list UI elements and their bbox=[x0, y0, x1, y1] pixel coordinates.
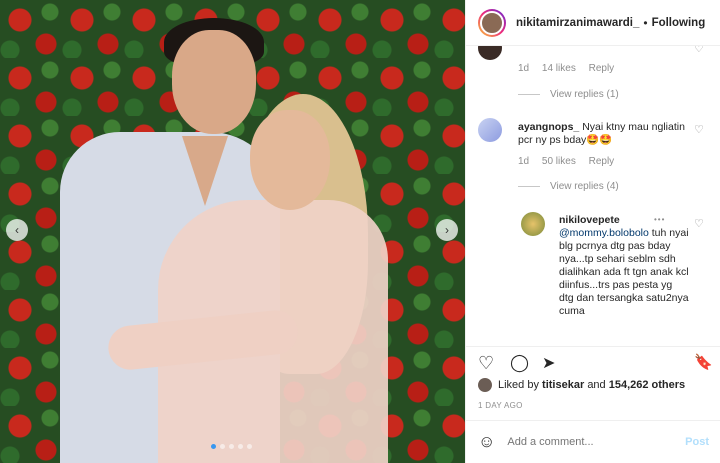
avatar[interactable] bbox=[478, 8, 506, 37]
heart-icon[interactable]: ♡ bbox=[694, 123, 704, 136]
comment-meta: 1d 50 likes Reply bbox=[518, 156, 624, 167]
carousel-indicator bbox=[211, 444, 252, 449]
following-button[interactable]: Following bbox=[652, 17, 706, 29]
view-replies-button[interactable]: View replies (4) bbox=[518, 181, 619, 192]
likes-user[interactable]: titisekar bbox=[542, 379, 584, 391]
carousel-dot bbox=[238, 444, 243, 449]
comment-body: ayangnops_ Nyai ktny mau ngliatin pcr ny… bbox=[518, 121, 688, 147]
carousel-prev-button[interactable]: ‹ bbox=[6, 219, 28, 241]
carousel-next-button[interactable]: › bbox=[436, 219, 458, 241]
carousel-dot bbox=[247, 444, 252, 449]
likes-joiner: and bbox=[587, 379, 606, 391]
photo-content bbox=[172, 30, 256, 134]
comments-list[interactable]: ♡ 1d 14 likes Reply View replies (1) aya… bbox=[466, 46, 720, 346]
carousel-dot bbox=[229, 444, 234, 449]
comment-mention[interactable]: @mommy.bolobolo bbox=[559, 227, 649, 239]
avatar[interactable] bbox=[521, 212, 545, 236]
comment-likes[interactable]: 50 likes bbox=[542, 156, 576, 167]
chevron-right-icon: › bbox=[445, 223, 449, 237]
post-actions: ♡ ◯ ➤ 🔖 bbox=[466, 346, 720, 376]
heart-icon[interactable]: ♡ bbox=[694, 217, 704, 230]
bookmark-icon[interactable]: 🔖 bbox=[694, 353, 713, 371]
reply-button[interactable]: Reply bbox=[589, 63, 615, 74]
comment-body: nikilovepete @mommy.bolobolo tuh nyai bl… bbox=[559, 214, 689, 318]
carousel-dot bbox=[211, 444, 216, 449]
likes-prefix: Liked by bbox=[498, 379, 539, 391]
comment-text: tuh nyai blg pcrnya dtg pas bday nya...t… bbox=[559, 227, 689, 317]
comment-likes[interactable]: 14 likes bbox=[542, 63, 576, 74]
comment-meta: 1d 14 likes Reply bbox=[518, 63, 624, 74]
header-separator: • bbox=[643, 15, 648, 30]
view-replies-label: View replies (4) bbox=[550, 181, 619, 192]
post-button[interactable]: Post bbox=[685, 436, 709, 448]
post-photo[interactable]: ‹ › bbox=[0, 0, 465, 463]
comment-username[interactable]: nikilovepete bbox=[559, 214, 620, 226]
photo-content bbox=[250, 110, 330, 210]
avatar[interactable] bbox=[478, 118, 502, 142]
carousel-dot bbox=[220, 444, 225, 449]
post-header: nikitamirzanimawardi_ • Following bbox=[466, 0, 720, 46]
emoji-icon[interactable]: ☺ bbox=[478, 432, 495, 452]
post-side-panel: nikitamirzanimawardi_ • Following ♡ 1d 1… bbox=[465, 0, 720, 463]
share-icon[interactable]: ➤ bbox=[542, 353, 555, 373]
reply-button[interactable]: Reply bbox=[589, 156, 615, 167]
likes-summary: Liked by titisekar and 154,262 others bbox=[478, 378, 685, 392]
add-comment-bar: ☺ Post bbox=[466, 420, 720, 463]
view-replies-label: View replies (1) bbox=[550, 89, 619, 100]
chevron-left-icon: ‹ bbox=[15, 223, 19, 237]
comment-username[interactable]: ayangnops_ bbox=[518, 121, 579, 133]
heart-icon[interactable]: ♡ bbox=[694, 46, 704, 55]
comment-time: 1d bbox=[518, 63, 530, 74]
more-options-icon[interactable]: ••• bbox=[654, 215, 665, 224]
avatar[interactable] bbox=[478, 46, 502, 60]
post-timestamp[interactable]: 1 DAY AGO bbox=[478, 401, 523, 410]
like-icon[interactable]: ♡ bbox=[478, 353, 494, 374]
comment-icon[interactable]: ◯ bbox=[510, 353, 529, 373]
comment-input[interactable] bbox=[507, 436, 686, 448]
comment-time: 1d bbox=[518, 156, 530, 167]
view-replies-button[interactable]: View replies (1) bbox=[518, 89, 619, 100]
avatar[interactable] bbox=[478, 378, 492, 392]
post-username[interactable]: nikitamirzanimawardi_ bbox=[516, 17, 639, 29]
likes-count[interactable]: 154,262 others bbox=[609, 379, 685, 391]
